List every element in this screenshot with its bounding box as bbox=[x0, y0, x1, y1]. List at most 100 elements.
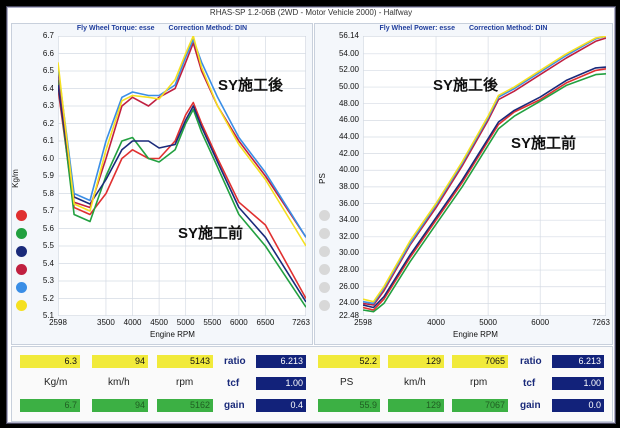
power-chart-panel: Fly Wheel Power: esse Correction Method:… bbox=[314, 23, 613, 345]
torque-header-correction: Correction Method: DIN bbox=[168, 25, 248, 32]
torque-y-tick: 6.5 bbox=[42, 66, 54, 75]
power-unit-kmh: km/h bbox=[404, 377, 426, 388]
power-y-tick: 38.00 bbox=[338, 181, 359, 191]
power-annotation-before: SY施工前 bbox=[511, 135, 577, 152]
power-value-readout: 52.2 bbox=[318, 355, 380, 368]
torque-legend-dot-1[interactable] bbox=[16, 228, 27, 239]
power-y-tick: 50.00 bbox=[338, 82, 359, 92]
power-y-tick: 28.00 bbox=[338, 265, 359, 275]
power-legend-dot-0[interactable] bbox=[319, 210, 330, 221]
power-tcf-label: tcf bbox=[523, 378, 536, 389]
power-max-rpm: 7067 bbox=[452, 399, 508, 412]
torque-unit-kmh: km/h bbox=[108, 377, 130, 388]
power-gain-label: gain bbox=[520, 400, 541, 411]
torque-y-tick: 5.4 bbox=[42, 258, 54, 268]
torque-tcf-label: tcf bbox=[227, 378, 240, 389]
power-y-tick: 34.00 bbox=[338, 215, 359, 225]
power-legend-dot-2[interactable] bbox=[319, 246, 330, 257]
torque-y-tick: 5.2 bbox=[42, 293, 54, 303]
torque-gain-value: 0.4 bbox=[256, 399, 306, 412]
power-gain-value: 0.0 bbox=[552, 399, 604, 412]
power-y-tick: 30.00 bbox=[338, 248, 359, 258]
power-ratio-value: 6.213 bbox=[552, 355, 604, 368]
torque-y-tick: 6.4 bbox=[42, 83, 54, 93]
power-y-tick: 36.00 bbox=[338, 198, 359, 208]
torque-panel-header: Fly Wheel Torque: esse Correction Method… bbox=[12, 24, 312, 34]
power-max-speed: 129 bbox=[388, 399, 444, 412]
app-window: RHAS-SP 1.2-06B (2WD - Motor Vehicle 200… bbox=[6, 6, 616, 424]
power-x-tick: 4000 bbox=[427, 318, 445, 327]
torque-legend-dot-3[interactable] bbox=[16, 264, 27, 275]
power-y-tick: 40.00 bbox=[338, 165, 359, 175]
torque-y-tick: 6.3 bbox=[42, 101, 54, 110]
power-unit-ps: PS bbox=[340, 377, 354, 388]
torque-y-tick: 6.7 bbox=[42, 31, 54, 40]
power-header-title: Fly Wheel Power: esse bbox=[379, 25, 455, 32]
power-y-axis-label: PS bbox=[317, 173, 327, 184]
torque-y-tick: 6.6 bbox=[42, 48, 54, 58]
torque-x-axis-label: Engine RPM bbox=[150, 330, 195, 339]
torque-gain-label: gain bbox=[224, 400, 245, 411]
torque-legend-dot-5[interactable] bbox=[16, 300, 27, 311]
window-title: RHAS-SP 1.2-06B (2WD - Motor Vehicle 200… bbox=[209, 8, 413, 17]
power-x-tick: 6000 bbox=[531, 318, 550, 327]
torque-chart-panel: Fly Wheel Torque: esse Correction Method… bbox=[11, 23, 313, 345]
torque-max-rpm: 5162 bbox=[157, 399, 213, 412]
power-x-tick: 5000 bbox=[479, 318, 497, 327]
power-legend-dot-4[interactable] bbox=[319, 282, 330, 293]
torque-y-tick: 5.5 bbox=[42, 241, 54, 250]
power-y-tick: 46.00 bbox=[338, 115, 359, 125]
power-x-axis-label: Engine RPM bbox=[453, 330, 498, 339]
torque-legend-dot-4[interactable] bbox=[16, 282, 27, 293]
torque-speed-readout: 94 bbox=[92, 355, 148, 368]
power-y-tick: 48.00 bbox=[338, 98, 359, 108]
torque-x-tick: 7263 bbox=[292, 318, 310, 327]
torque-max-value: 6.7 bbox=[20, 399, 80, 412]
torque-y-tick: 5.3 bbox=[42, 276, 54, 285]
power-speed-readout: 129 bbox=[388, 355, 444, 368]
power-annotation-after: SY施工後 bbox=[433, 77, 499, 94]
power-tcf-value: 1.00 bbox=[552, 377, 604, 390]
power-legend-dot-1[interactable] bbox=[319, 228, 330, 239]
torque-y-tick: 6.1 bbox=[42, 136, 54, 145]
torque-ratio-value: 6.213 bbox=[256, 355, 306, 368]
power-rpm-readout: 7065 bbox=[452, 355, 508, 368]
torque-annotation-after: SY施工後 bbox=[218, 77, 284, 94]
power-y-tick: 52.00 bbox=[338, 65, 359, 75]
power-y-tick: 24.00 bbox=[338, 298, 359, 308]
torque-unit-rpm: rpm bbox=[176, 377, 194, 388]
torque-header-title: Fly Wheel Torque: esse bbox=[76, 25, 155, 32]
power-y-tick: 42.00 bbox=[338, 148, 359, 158]
torque-tcf-value: 1.00 bbox=[256, 377, 306, 390]
torque-y-tick: 5.7 bbox=[42, 206, 54, 215]
power-panel-header: Fly Wheel Power: esse Correction Method:… bbox=[315, 24, 612, 34]
torque-x-tick: 6500 bbox=[256, 318, 275, 327]
torque-legend-dot-2[interactable] bbox=[16, 246, 27, 257]
torque-y-axis-label: Kg/m bbox=[10, 169, 20, 188]
power-legend-dot-3[interactable] bbox=[319, 264, 330, 275]
power-x-tick: 7263 bbox=[592, 318, 610, 327]
torque-legend-dot-0[interactable] bbox=[16, 210, 27, 221]
torque-ratio-label: ratio bbox=[224, 356, 246, 367]
torque-unit-kgm: Kg/m bbox=[44, 377, 68, 388]
power-y-tick: 32.00 bbox=[338, 231, 359, 241]
torque-rpm-readout: 5143 bbox=[157, 355, 213, 368]
power-y-tick: 56.14 bbox=[338, 31, 359, 40]
torque-annotation-before: SY施工前 bbox=[178, 225, 244, 242]
torque-y-tick: 5.9 bbox=[42, 171, 54, 180]
power-y-tick: 54.00 bbox=[338, 48, 359, 58]
torque-x-tick: 2598 bbox=[49, 318, 67, 327]
readout-area: 6.3 94 5143 Kg/m km/h rpm 6.7 94 5162 ra… bbox=[11, 346, 613, 422]
torque-y-tick: 5.8 bbox=[42, 188, 54, 198]
power-legend-dot-5[interactable] bbox=[319, 300, 330, 311]
power-y-tick: 44.00 bbox=[338, 131, 359, 141]
power-max-value: 55.9 bbox=[318, 399, 380, 412]
power-unit-rpm: rpm bbox=[470, 377, 488, 388]
power-header-correction: Correction Method: DIN bbox=[468, 25, 548, 32]
torque-value-readout: 6.3 bbox=[20, 355, 80, 368]
torque-max-speed: 94 bbox=[92, 399, 148, 412]
power-x-tick: 2598 bbox=[354, 318, 372, 327]
torque-y-tick: 5.6 bbox=[42, 223, 54, 233]
power-ratio-label: ratio bbox=[520, 356, 542, 367]
torque-y-tick: 6.0 bbox=[42, 153, 54, 163]
